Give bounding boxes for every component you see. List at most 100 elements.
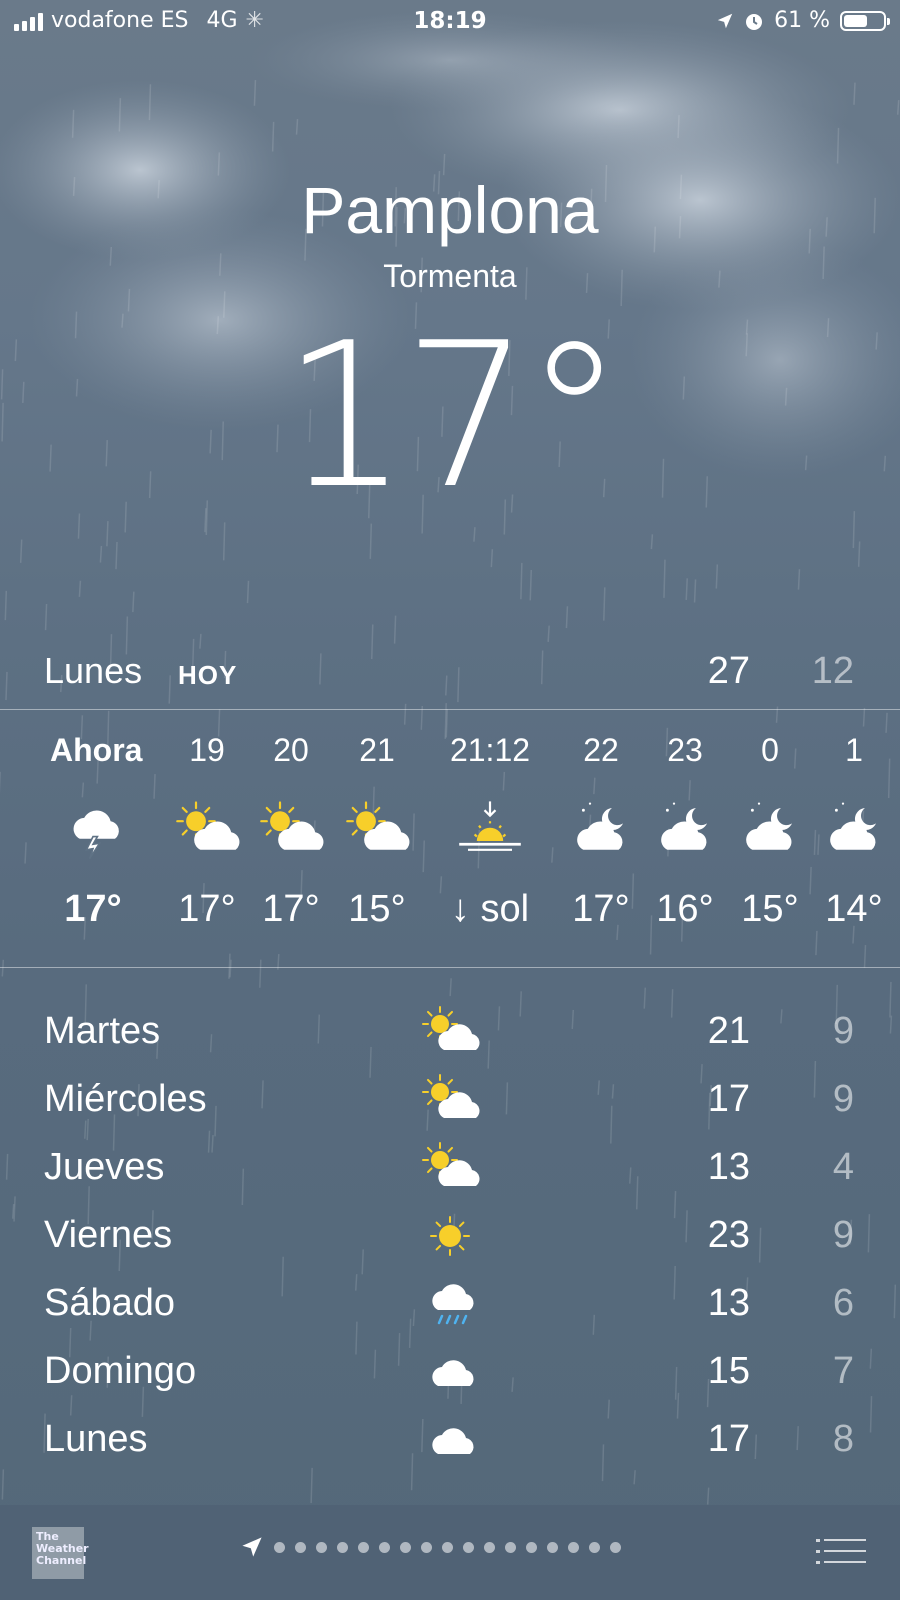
hourly-time: 21:12	[449, 732, 531, 768]
daily-low: 6	[832, 1282, 854, 1324]
page-dot[interactable]	[295, 1541, 306, 1553]
page-dot[interactable]	[421, 1541, 432, 1553]
daily-high: 23	[707, 1214, 750, 1256]
page-dot[interactable]	[610, 1541, 621, 1553]
daily-row: Martes 21 9	[0, 1000, 900, 1070]
daily-day: Jueves	[44, 1146, 165, 1188]
partly-cloudy-night-icon	[830, 802, 876, 850]
cloud-icon	[432, 1428, 474, 1454]
page-dot[interactable]	[379, 1541, 390, 1553]
city-list-icon[interactable]	[816, 1537, 866, 1567]
hourly-item: 1 14°	[811, 725, 897, 933]
page-indicator[interactable]	[240, 1535, 621, 1559]
sun-icon	[430, 1216, 470, 1256]
page-dot[interactable]	[442, 1541, 453, 1553]
hourly-temperature: 14°	[825, 888, 883, 930]
hourly-temperature: 17°	[64, 888, 122, 930]
current-location-icon	[242, 1537, 262, 1557]
divider	[0, 709, 900, 710]
daily-row: Lunes 17 8	[0, 1408, 900, 1478]
city-name: Pamplona	[301, 173, 599, 247]
hourly-forecast[interactable]: Ahora 17° 19 17° 20 17° 21 15° 21:12 ↓ sol 22 17° 23…	[0, 725, 900, 985]
daily-forecast[interactable]: Martes 21 9 Miércoles 17 9 Jueves 13 4 Viernes 23 9…	[0, 1000, 900, 1505]
hourly-temperature: 16°	[656, 888, 714, 930]
hourly-time: 22	[583, 732, 619, 768]
daily-row: Jueves 13 4	[0, 1136, 900, 1206]
daily-high: 21	[707, 1010, 750, 1052]
hourly-temperature: 17°	[572, 888, 630, 930]
page-dot[interactable]	[547, 1541, 558, 1553]
sunset-icon	[459, 801, 521, 851]
daily-day: Miércoles	[44, 1078, 207, 1120]
page-dot[interactable]	[358, 1541, 369, 1553]
hourly-time: 23	[667, 732, 703, 768]
location-arrow-icon	[717, 13, 733, 28]
page-dot[interactable]	[526, 1541, 537, 1553]
partly-cloudy-night-icon	[577, 802, 623, 850]
daily-low: 9	[832, 1010, 854, 1052]
partly-sunny-icon	[176, 801, 240, 850]
hourly-temperature: 15°	[741, 888, 799, 930]
today-badge: HOY	[178, 660, 238, 690]
page-dot[interactable]	[337, 1541, 348, 1553]
daily-low: 9	[832, 1078, 854, 1120]
battery-icon	[840, 10, 890, 31]
thunderstorm-icon	[73, 810, 119, 860]
hourly-item: 23 16°	[642, 725, 728, 933]
rain-icon	[432, 1284, 474, 1325]
daily-high: 17	[707, 1418, 750, 1460]
partly-sunny-icon	[422, 1006, 480, 1050]
current-temperature: 17°	[281, 300, 625, 533]
daily-high: 17	[707, 1078, 750, 1120]
daily-day: Martes	[44, 1010, 161, 1052]
daily-low: 4	[832, 1146, 854, 1188]
hourly-time: 20	[273, 732, 309, 768]
hourly-item: 21 15°	[334, 725, 420, 933]
daily-high: 15	[707, 1350, 750, 1392]
divider	[0, 967, 900, 968]
bottom-toolbar: The Weather Channel	[0, 1505, 900, 1600]
page-dot[interactable]	[400, 1541, 411, 1553]
hourly-temperature: 15°	[348, 888, 406, 930]
alarm-clock-icon	[746, 13, 763, 30]
hourly-item: 0 15°	[727, 725, 813, 933]
partly-cloudy-night-icon	[746, 802, 792, 850]
status-bar: vodafone ES 4G ✳ 18:19 61 %	[0, 0, 900, 44]
weather-condition: Tormenta	[383, 258, 517, 294]
hourly-time: 1	[845, 732, 863, 768]
hourly-time: 21	[359, 732, 395, 768]
today-summary: Lunes HOY 27 12	[0, 640, 900, 704]
daily-day: Lunes	[44, 1418, 148, 1460]
weather-channel-logo[interactable]: The Weather Channel	[32, 1527, 89, 1579]
partly-sunny-icon	[260, 801, 324, 850]
page-dot[interactable]	[505, 1541, 516, 1553]
page-dot[interactable]	[589, 1541, 600, 1553]
daily-row: Viernes 23 9	[0, 1204, 900, 1274]
hourly-temperature: ↓ sol	[450, 888, 530, 930]
page-dot[interactable]	[568, 1541, 579, 1553]
hourly-time: 19	[189, 732, 225, 768]
daily-row: Domingo 15 7	[0, 1340, 900, 1410]
hourly-item: 20 17°	[248, 725, 334, 933]
partly-sunny-icon	[346, 801, 410, 850]
daily-row: Sábado 13 6	[0, 1272, 900, 1342]
page-dot[interactable]	[484, 1541, 495, 1553]
daily-low: 9	[832, 1214, 854, 1256]
page-dot[interactable]	[463, 1541, 474, 1553]
partly-sunny-icon	[422, 1074, 480, 1118]
daily-high: 13	[707, 1146, 750, 1188]
hourly-item: 22 17°	[558, 725, 644, 933]
page-dot[interactable]	[274, 1541, 285, 1553]
today-low: 12	[811, 650, 854, 692]
page-dot[interactable]	[316, 1541, 327, 1553]
hourly-time: 0	[761, 732, 779, 768]
hourly-temperature: 17°	[178, 888, 236, 930]
hourly-item: Ahora 17°	[50, 725, 142, 933]
daily-low: 7	[832, 1350, 854, 1392]
battery-percentage: 61 %	[774, 8, 830, 33]
daily-day: Domingo	[44, 1350, 197, 1392]
hourly-item: 19 17°	[164, 725, 250, 933]
daily-row: Miércoles 17 9	[0, 1068, 900, 1138]
hourly-item: 21:12 ↓ sol	[440, 725, 540, 933]
partly-sunny-icon	[422, 1142, 480, 1186]
